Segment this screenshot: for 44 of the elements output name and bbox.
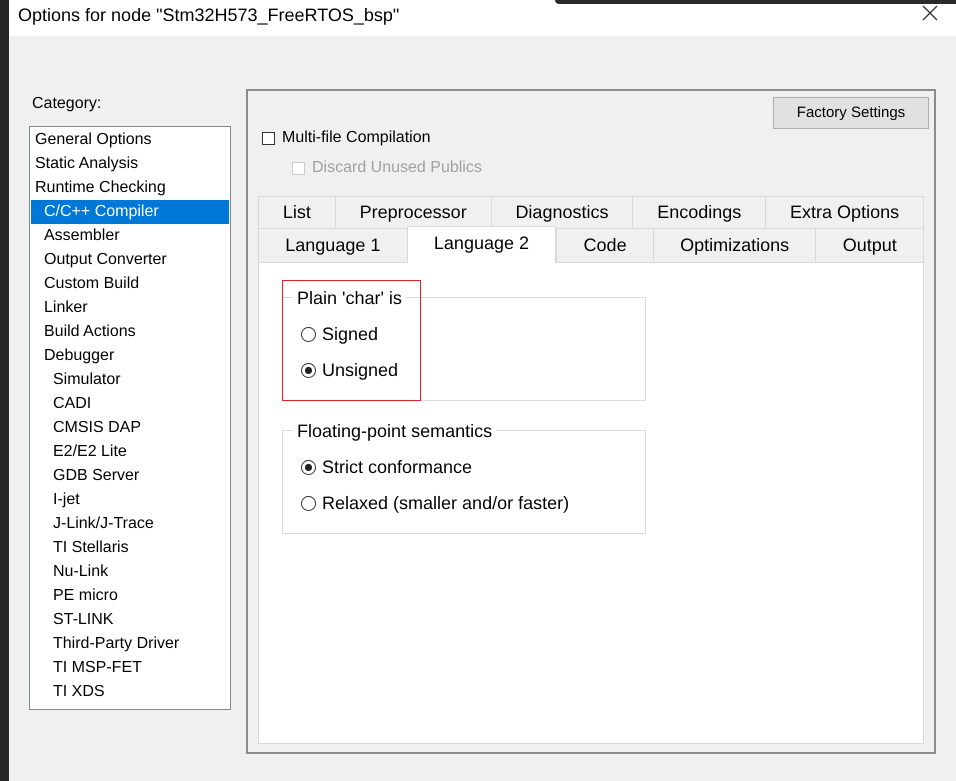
tab[interactable]: Output	[815, 228, 924, 262]
radio-option[interactable]: Strict conformance	[301, 455, 472, 479]
tab[interactable]: Language 1	[258, 228, 407, 262]
tab[interactable]: Optimizations	[652, 228, 816, 262]
category-item[interactable]: Static Analysis	[35, 152, 138, 176]
category-item[interactable]: General Options	[35, 128, 152, 152]
category-item[interactable]: CMSIS DAP	[53, 416, 142, 440]
category-item[interactable]: Custom Build	[44, 272, 140, 296]
tab[interactable]: Code	[556, 228, 653, 262]
category-label: Category:	[32, 94, 102, 114]
tab[interactable]: List	[258, 196, 335, 228]
category-item[interactable]: Build Actions	[44, 320, 136, 344]
category-item[interactable]: Debugger	[44, 344, 114, 368]
tab[interactable]: Language 2	[406, 226, 556, 263]
radio-option[interactable]: Relaxed (smaller and/or faster)	[301, 491, 570, 515]
radio-option[interactable]: Signed	[301, 322, 378, 346]
tab[interactable]: Preprocessor	[334, 196, 491, 228]
factory-settings-button[interactable]: Factory Settings	[773, 97, 929, 129]
category-item[interactable]: CADI	[53, 392, 92, 416]
category-item[interactable]: Runtime Checking	[35, 176, 166, 200]
window-title: Options for node "Stm32H573_FreeRTOS_bsp"	[18, 4, 400, 27]
category-item[interactable]: TI Stellaris	[53, 536, 129, 560]
category-item[interactable]: ST-LINK	[53, 608, 114, 632]
category-item[interactable]: Third-Party Driver	[53, 632, 180, 656]
category-item[interactable]: I-jet	[53, 488, 80, 512]
category-item[interactable]: TI MSP-FET	[53, 656, 142, 680]
tab[interactable]: Encodings	[632, 196, 766, 228]
category-item[interactable]: GDB Server	[53, 464, 140, 488]
category-item[interactable]: Linker	[44, 296, 88, 320]
checkbox-option[interactable]: Multi-file Compilation	[262, 129, 430, 147]
category-item[interactable]: TI XDS	[53, 680, 105, 704]
category-item[interactable]: C/C++ Compiler	[31, 200, 229, 224]
close-icon	[922, 5, 938, 21]
category-item[interactable]: Simulator	[53, 368, 121, 392]
category-item[interactable]: Nu-Link	[53, 560, 108, 584]
tab[interactable]: Diagnostics	[490, 196, 632, 228]
category-item[interactable]: Output Converter	[44, 248, 167, 272]
close-button[interactable]	[922, 5, 938, 21]
category-item[interactable]: Assembler	[44, 224, 120, 248]
radio-option[interactable]: Unsigned	[301, 358, 398, 382]
category-item[interactable]: J-Link/J-Trace	[53, 512, 154, 536]
category-item[interactable]: PE micro	[53, 584, 118, 608]
tab[interactable]: Extra Options	[765, 196, 924, 228]
category-item[interactable]: E2/E2 Lite	[53, 440, 127, 464]
